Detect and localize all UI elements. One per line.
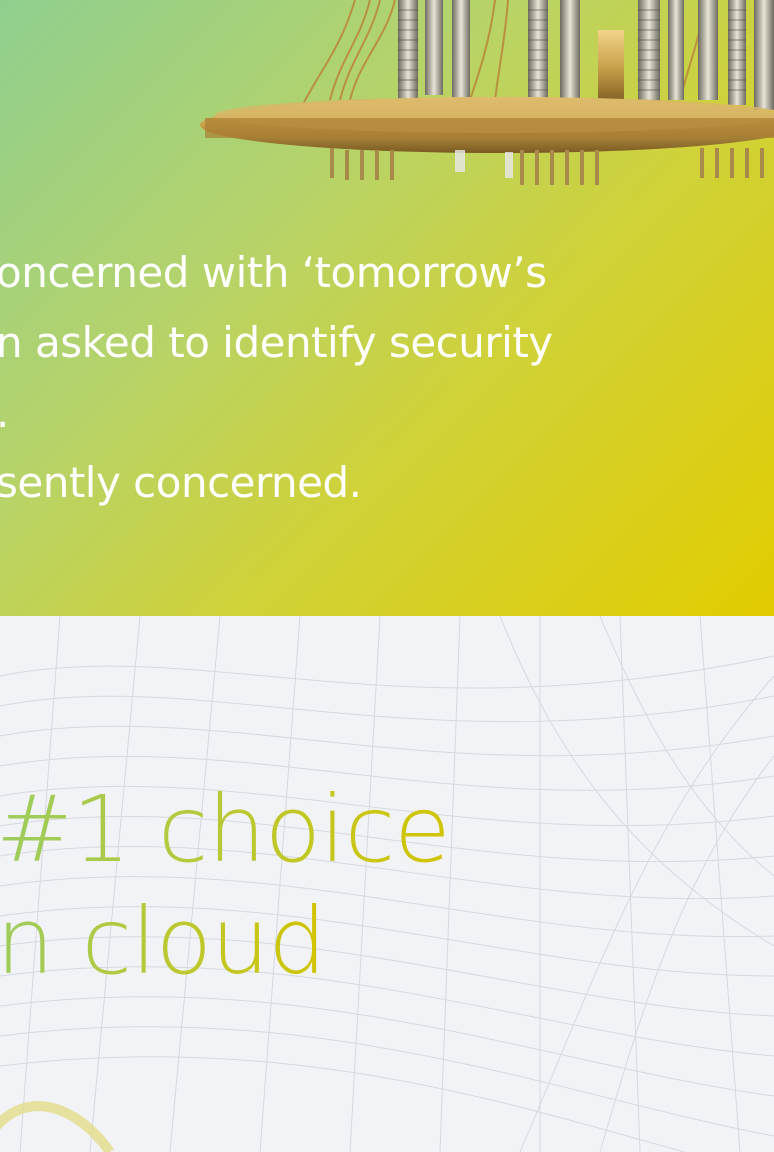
- intro-line-3: .: [0, 392, 9, 434]
- headline-line-2: n cloud: [0, 896, 327, 988]
- intro-line-1: oncerned with ‘tomorrow’s: [0, 248, 547, 297]
- hero-gradient-section: oncerned with ‘tomorrow’s n asked to ide…: [0, 0, 774, 616]
- intro-line-2: n asked to identify security: [0, 318, 553, 367]
- choice-section: #1 choice n cloud: [0, 616, 774, 1152]
- intro-line-4: sently concerned.: [0, 458, 362, 507]
- wireframe-mesh-pattern: [0, 616, 774, 1152]
- intro-paragraph: oncerned with ‘tomorrow’s n asked to ide…: [0, 0, 774, 616]
- headline-line-1: #1 choice: [0, 784, 451, 876]
